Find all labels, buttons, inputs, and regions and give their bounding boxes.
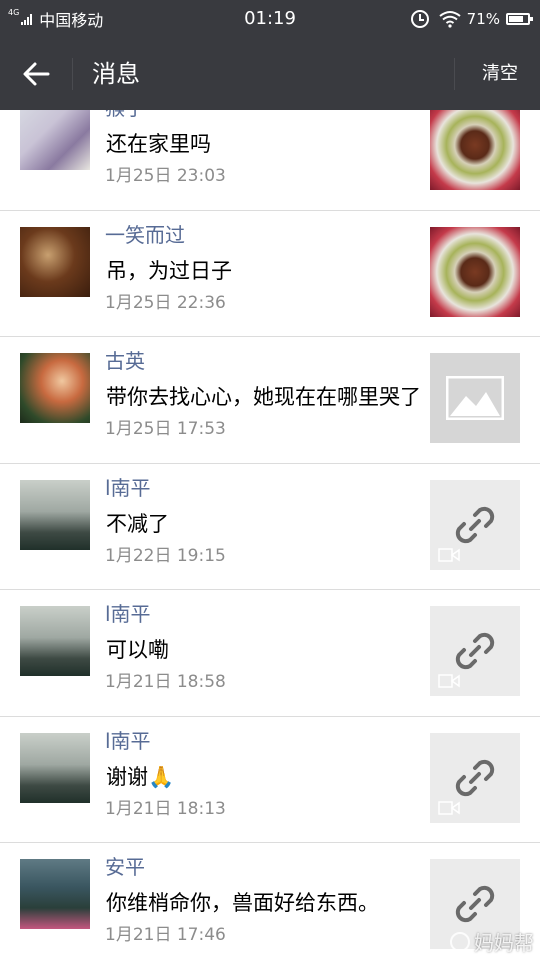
back-arrow-icon — [23, 62, 50, 86]
sender-name[interactable]: 古英 — [105, 347, 145, 375]
post-thumbnail[interactable] — [430, 353, 520, 443]
video-icon — [438, 547, 460, 562]
link-icon — [455, 759, 495, 796]
post-thumbnail[interactable] — [430, 100, 520, 190]
message-text: 还在家里吗 — [106, 132, 211, 156]
battery-icon — [506, 13, 533, 25]
avatar[interactable] — [20, 226, 90, 297]
sender-name[interactable]: 一笑而过 — [105, 221, 185, 249]
avatar[interactable] — [20, 353, 90, 423]
link-icon — [455, 632, 495, 670]
avatar[interactable] — [20, 100, 90, 170]
video-icon — [438, 800, 460, 815]
wifi-icon — [439, 11, 461, 28]
header-divider — [72, 58, 73, 90]
watermark-text: 妈妈帮 — [474, 931, 534, 955]
video-icon — [438, 674, 460, 688]
message-time: 1月25日 17:53 — [105, 419, 226, 439]
watermark-logo-icon — [450, 931, 470, 952]
status-right: 71% — [410, 8, 533, 30]
avatar[interactable] — [20, 732, 90, 803]
message-text: 你维梢命你，兽面好给东西。 — [106, 891, 379, 915]
message-row[interactable]: l南平 可以嘞 1月21日 18:58 — [0, 590, 540, 717]
battery-percent: 71% — [466, 10, 500, 28]
clear-button[interactable]: 清空 — [482, 60, 518, 88]
post-thumbnail[interactable] — [430, 606, 520, 696]
image-placeholder-icon — [446, 376, 504, 420]
message-row[interactable]: 一笑而过 吊，为过日子 1月25日 22:36 — [0, 210, 540, 337]
message-text: 带你去找心心，她现在在哪里哭了 — [106, 385, 421, 409]
message-time: 1月21日 17:46 — [105, 925, 226, 945]
post-thumbnail[interactable] — [430, 479, 520, 570]
message-row[interactable]: l南平 谢谢🙏 1月21日 18:13 — [0, 716, 540, 843]
alarm-icon — [410, 10, 429, 28]
message-row[interactable]: 古英 带你去找心心，她现在在哪里哭了 1月25日 17:53 — [0, 337, 540, 464]
status-bar: 4G 中国移动 01:19 71% — [0, 0, 540, 38]
link-icon — [455, 885, 495, 923]
watermark: 妈妈帮 — [450, 927, 534, 956]
message-text: 谢谢🙏 — [106, 764, 175, 789]
message-time: 1月25日 23:03 — [105, 166, 226, 186]
header-divider — [454, 58, 455, 90]
sender-name[interactable]: l南平 — [105, 600, 151, 628]
sender-name[interactable]: 安平 — [105, 853, 145, 881]
sender-name[interactable]: l南平 — [105, 474, 151, 502]
sender-name[interactable]: l南平 — [105, 727, 151, 755]
message-time: 1月22日 19:15 — [105, 545, 226, 566]
avatar[interactable] — [20, 859, 90, 929]
avatar[interactable] — [20, 479, 90, 550]
title-bar: 消息 清空 — [0, 38, 540, 110]
avatar[interactable] — [20, 606, 90, 676]
message-time: 1月25日 22:36 — [105, 292, 226, 313]
message-text: 可以嘞 — [106, 638, 169, 662]
post-thumbnail[interactable] — [430, 732, 520, 823]
back-button[interactable] — [14, 54, 58, 94]
message-row[interactable]: l南平 不减了 1月22日 19:15 — [0, 463, 540, 590]
message-time: 1月21日 18:13 — [105, 798, 226, 819]
link-icon — [455, 506, 495, 543]
message-list[interactable]: 猴子 还在家里吗 1月25日 23:03 一笑而过 吊，为过日子 1月25日 2… — [0, 84, 540, 960]
page-title: 消息 — [92, 60, 140, 88]
message-time: 1月21日 18:58 — [105, 672, 226, 692]
message-text: 不减了 — [106, 511, 169, 536]
post-thumbnail[interactable] — [430, 226, 520, 317]
message-text: 吊，为过日子 — [106, 258, 232, 283]
